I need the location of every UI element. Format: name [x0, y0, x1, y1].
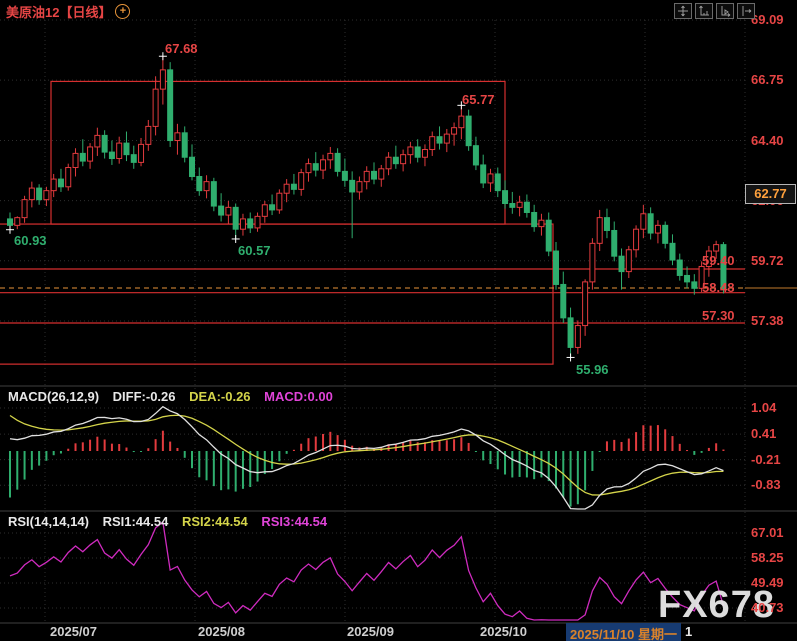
- macd-name: MACD(26,12,9): [8, 389, 99, 404]
- chart-toolbar: [674, 3, 755, 19]
- low-label-5596: 55.96: [576, 362, 609, 377]
- axis-pan-icon[interactable]: [716, 3, 734, 19]
- axis-tick-label: -0.21: [751, 452, 781, 467]
- axis-tick-label: 59.72: [751, 253, 784, 268]
- axis-tick-label: 67.01: [751, 525, 784, 540]
- rsi3-value: RSI3:44.54: [261, 514, 327, 529]
- axis-tick-label: 57.38: [751, 313, 784, 328]
- candlestick-chart[interactable]: [0, 0, 797, 641]
- axis-tick-label: 66.75: [751, 72, 784, 87]
- axis-tick-label: -0.83: [751, 477, 781, 492]
- rsi-header: RSI(14,14,14) RSI1:44.54 RSI2:44.54 RSI3…: [8, 514, 337, 529]
- axis-tick-label: 69.09: [751, 12, 784, 27]
- add-overlay-icon[interactable]: +: [115, 4, 130, 19]
- low-label-6057: 60.57: [238, 243, 271, 258]
- exit-right-icon[interactable]: [737, 3, 755, 19]
- axis-tick-label: 0.41: [751, 426, 776, 441]
- macd-dea-value: DEA:-0.26: [189, 389, 250, 404]
- month-label: 2025/08: [198, 624, 245, 639]
- high-label-6768: 67.68: [165, 41, 198, 56]
- axis-tick-label: 58.25: [751, 550, 784, 565]
- hline-label-5848: 58.48: [702, 280, 735, 295]
- month-label: 2025/07: [50, 624, 97, 639]
- axis-tick-label: 64.40: [751, 133, 784, 148]
- macd-diff-value: DIFF:-0.26: [113, 389, 176, 404]
- hline-label-5730: 57.30: [702, 308, 735, 323]
- month-label: 2025/09: [347, 624, 394, 639]
- axis-tick-label: 49.49: [751, 575, 784, 590]
- axis-scale-icon[interactable]: [695, 3, 713, 19]
- date-axis: 2025/07 2025/08 2025/09 2025/10 2025/11/10 …: [0, 624, 797, 641]
- macd-macd-value: MACD:0.00: [264, 389, 333, 404]
- chart-app: 美原油12【日线】 + 69.0966.7564.4062.0659.7257.…: [0, 0, 797, 641]
- rsi-name: RSI(14,14,14): [8, 514, 89, 529]
- axis-tick-label: 1.04: [751, 400, 776, 415]
- current-price-label: 62.77: [745, 184, 796, 204]
- low-label-6093: 60.93: [14, 233, 47, 248]
- axis-tick-label: 40.73: [751, 600, 784, 615]
- move-icon[interactable]: [674, 3, 692, 19]
- current-date-badge: 2025/11/10 星期一: [566, 623, 681, 641]
- rsi1-value: RSI1:44.54: [103, 514, 169, 529]
- date-suffix: 1: [685, 624, 692, 639]
- hline-label-5940: 59.40: [702, 253, 735, 268]
- rsi2-value: RSI2:44.54: [182, 514, 248, 529]
- page-title: 美原油12【日线】: [6, 2, 111, 21]
- month-label: 2025/10: [480, 624, 527, 639]
- macd-header: MACD(26,12,9) DIFF:-0.26 DEA:-0.26 MACD:…: [8, 389, 343, 404]
- title-bar: 美原油12【日线】 +: [6, 2, 130, 21]
- high-label-6577: 65.77: [462, 92, 495, 107]
